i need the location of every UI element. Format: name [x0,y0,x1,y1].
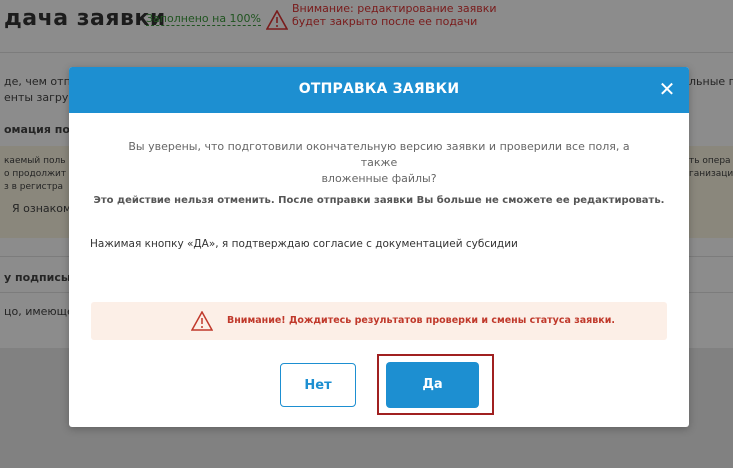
dialog-header: ОТПРАВКА ЗАЯВКИ ✕ [69,67,689,113]
irreversible-warning: Это действие нельзя отменить. После отпр… [93,195,665,206]
dialog-title: ОТПРАВКА ЗАЯВКИ [298,81,460,97]
alert-message: Внимание! Дождитесь результатов проверки… [227,315,615,326]
yes-button[interactable]: Да [386,362,479,408]
question-line-1: Вы уверены, что подготовили окончательну… [128,140,630,169]
consent-text: Нажимая кнопку «ДА», я подтверждаю согла… [90,238,518,250]
no-button[interactable]: Нет [280,363,356,407]
submit-confirmation-dialog: ОТПРАВКА ЗАЯВКИ ✕ Вы уверены, что подгот… [69,67,689,427]
question-line-2: вложенные файлы? [321,172,437,185]
status-alert: Внимание! Дождитесь результатов проверки… [91,302,667,340]
warning-triangle-icon [191,311,213,331]
close-icon[interactable]: ✕ [655,77,679,101]
confirmation-question: Вы уверены, что подготовили окончательну… [109,139,649,187]
